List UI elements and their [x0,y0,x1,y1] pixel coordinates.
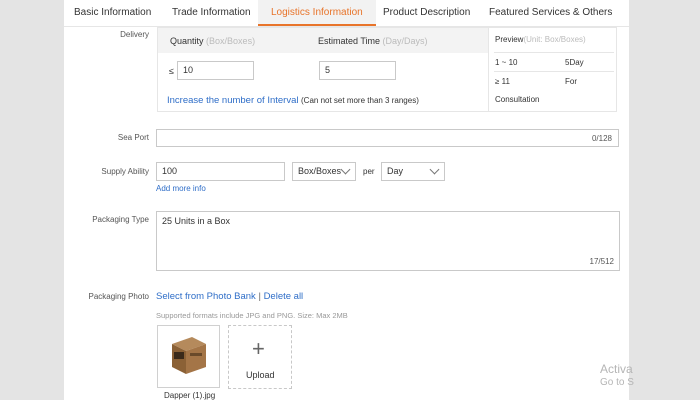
select-photo-bank-link[interactable]: Select from Photo Bank [156,291,256,302]
preview-value: For [565,77,577,86]
upload-label: Upload [246,370,275,380]
logistics-form-panel: Basic Information Trade Information Logi… [64,0,629,400]
activation-watermark-sub: Go to S [600,377,634,388]
sea-port-input[interactable]: 0/128 [156,129,619,147]
interval-row: Increase the number of Interval (Can not… [167,95,419,106]
tab-featured-services[interactable]: Featured Services & Others [489,0,612,26]
preview-range: 1 ~ 10 [495,58,518,67]
preview-title: Preview(Unit: Box/Boxes) [495,35,586,44]
sea-port-counter: 0/128 [591,134,612,143]
sea-port-label: Sea Port [117,133,149,142]
supply-unit-select[interactable]: Box/Boxes [292,162,356,181]
preview-divider [494,71,614,72]
increase-interval-link[interactable]: Increase the number of Interval [167,95,299,106]
preview-consultation: Consultation [495,95,540,104]
photo-thumbnail[interactable] [157,325,220,388]
packaging-type-label: Packaging Type [92,215,149,224]
box-photo-image [158,326,219,387]
tab-product-description[interactable]: Product Description [383,0,470,26]
supply-ability-label: Supply Ability [101,167,149,176]
tab-trade-information[interactable]: Trade Information [172,0,251,26]
delivery-table: Quantity (Box/Boxes) Estimated Time (Day… [157,27,617,112]
tab-logistics-information[interactable]: Logistics Information [258,0,376,26]
packaging-type-counter: 17/512 [589,257,614,266]
activation-watermark: Activa [600,362,633,376]
preview-value: 5Day [565,58,584,67]
delivery-label: Delivery [120,30,149,39]
preview-panel: Preview(Unit: Box/Boxes) 1 ~ 10 5Day ≥ 1… [488,28,618,111]
chevron-down-icon [429,164,440,175]
photo-actions: Select from Photo Bank | Delete all [156,291,304,302]
packaging-type-textarea[interactable]: 25 Units in a Box 17/512 [156,211,620,271]
packaging-photo-label: Packaging Photo [88,292,150,301]
preview-divider [494,52,614,53]
chevron-down-icon [340,164,351,175]
quantity-input[interactable]: 10 [177,61,254,80]
preview-range: ≥ 11 [495,77,510,86]
estimated-time-input[interactable]: 5 [319,61,396,80]
upload-button[interactable]: + Upload [228,325,292,389]
supply-ability-input[interactable]: 100 [156,162,285,181]
less-equal-symbol: ≤ [169,66,174,76]
delete-all-link[interactable]: Delete all [264,291,304,302]
plus-icon: + [252,336,265,361]
estimated-time-header: Estimated Time (Day/Days) [318,36,428,46]
add-more-info-link[interactable]: Add more info [156,184,206,193]
format-note: Supported formats include JPG and PNG. S… [156,311,348,320]
photo-file-name: Dapper (1).jpg [164,391,216,400]
quantity-header: Quantity (Box/Boxes) [170,36,256,46]
tab-basic-information[interactable]: Basic Information [74,0,151,26]
supply-period-select[interactable]: Day [381,162,445,181]
per-label: per [363,167,375,176]
tab-bar: Basic Information Trade Information Logi… [64,0,629,27]
